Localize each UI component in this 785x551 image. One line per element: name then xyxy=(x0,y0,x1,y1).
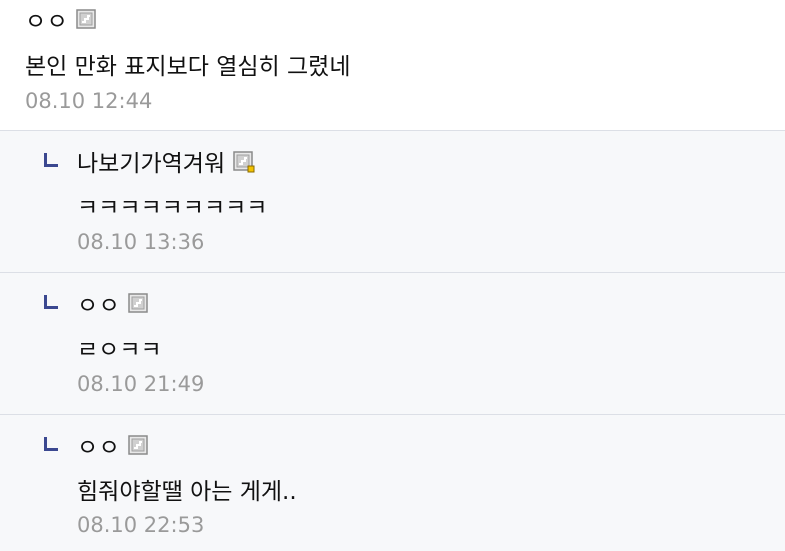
comment-item: ㅇㅇ 본인 만화 표지보다 열심히 그렸네 08.10 12:44 xyxy=(0,0,785,131)
gallog-icon[interactable] xyxy=(76,9,97,29)
reply-arrow-icon xyxy=(44,295,58,309)
reply-item: ㅇㅇ ㄹㅇㅋㅋ 08.10 21:49 xyxy=(0,273,785,415)
reply-item: ㅇㅇ 힘줘야할땔 아는 게게.. 08.10 22:53 xyxy=(0,415,785,551)
gallog-icon[interactable] xyxy=(128,435,149,455)
reply-text: ㅋㅋㅋㅋㅋㅋㅋㅋㅋ xyxy=(77,195,268,221)
reply-item: 나보기가역겨워 ㅋㅋㅋㅋㅋㅋㅋㅋㅋ 08.10 13:36 xyxy=(0,131,785,273)
reply-nickname[interactable]: 나보기가역겨워 xyxy=(77,144,225,178)
reply-nickname[interactable]: ㅇㅇ xyxy=(77,428,120,462)
reply-arrow-icon xyxy=(44,153,58,167)
reply-date: 08.10 13:36 xyxy=(77,230,205,254)
reply-arrow-icon xyxy=(44,437,58,451)
comment-date: 08.10 12:44 xyxy=(25,89,153,113)
comment-text: 본인 만화 표지보다 열심히 그렸네 xyxy=(25,54,351,80)
reply-text: 힘줘야할땔 아는 게게.. xyxy=(77,479,297,505)
comment-nickname[interactable]: ㅇㅇ xyxy=(25,2,68,36)
reply-date: 08.10 21:49 xyxy=(77,372,205,396)
gallog-icon[interactable] xyxy=(128,293,149,313)
reply-date: 08.10 22:53 xyxy=(77,513,205,537)
reply-nickname[interactable]: ㅇㅇ xyxy=(77,286,120,320)
reply-text: ㄹㅇㅋㅋ xyxy=(77,337,162,363)
gallog-fixed-icon[interactable] xyxy=(233,151,255,173)
